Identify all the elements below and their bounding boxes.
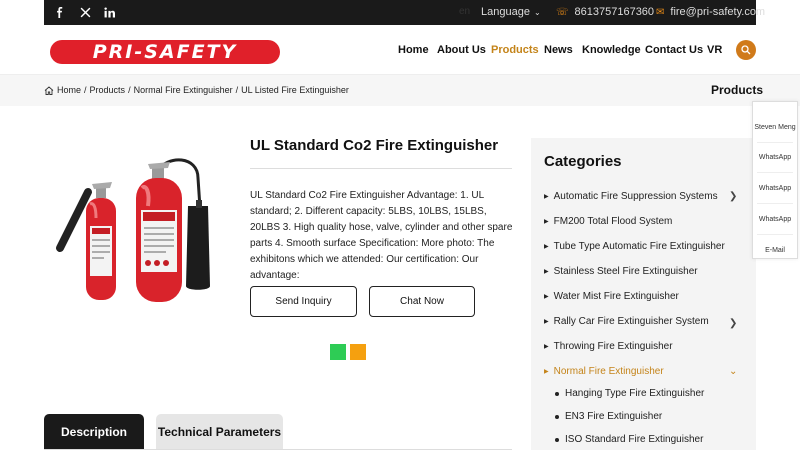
breadcrumb-products[interactable]: Products (90, 85, 126, 95)
email-address: fire@pri-safety.com (670, 6, 766, 18)
search-button[interactable] (736, 40, 756, 60)
breadcrumb-separator: / (128, 85, 131, 95)
category-label: Normal Fire Extinguisher (553, 366, 664, 377)
float-divider (757, 203, 793, 204)
linkedin-icon[interactable] (102, 0, 116, 25)
product-title: UL Standard Co2 Fire Extinguisher (250, 137, 499, 154)
category-label: Throwing Fire Extinguisher (553, 341, 673, 352)
category-item[interactable]: ▶ FM200 Total Flood System (544, 216, 672, 227)
breadcrumb-home[interactable]: Home (57, 85, 81, 95)
nav-news[interactable]: News (544, 44, 573, 56)
tab-technical-parameters[interactable]: Technical Parameters (156, 414, 283, 450)
send-inquiry-button[interactable]: Send Inquiry (250, 286, 357, 317)
mail-icon: ✉ (656, 6, 665, 18)
phone-link[interactable]: ☏ 8613757167360 (556, 6, 654, 18)
floating-contact-bar: Steven Meng WhatsApp WhatsApp WhatsApp E… (752, 101, 798, 259)
nav-about-us[interactable]: About Us (437, 44, 486, 56)
language-label: Language (481, 6, 530, 18)
breadcrumb: Home / Products / Normal Fire Extinguish… (44, 85, 349, 95)
caret-right-icon: ▶ (544, 319, 549, 325)
share-orange-icon[interactable] (350, 344, 366, 360)
contact-whatsapp-2[interactable]: WhatsApp (753, 185, 797, 192)
breadcrumb-ul-listed[interactable]: UL Listed Fire Extinguisher (241, 85, 349, 95)
category-label: FM200 Total Flood System (553, 216, 673, 227)
breadcrumb-separator: / (84, 85, 87, 95)
subcategory-label: Hanging Type Fire Extinguisher (565, 388, 705, 399)
logo-text: PRI-SAFETY (92, 41, 238, 63)
subcategory-item[interactable]: Hanging Type Fire Extinguisher (555, 388, 704, 399)
float-divider (757, 172, 793, 173)
contact-steven-meng[interactable]: Steven Meng (753, 124, 797, 131)
caret-right-icon: ▶ (544, 269, 549, 275)
bullet-icon (555, 437, 559, 442)
nav-knowledge[interactable]: Knowledge (582, 44, 641, 56)
caret-right-icon: ▶ (544, 294, 549, 300)
contact-email[interactable]: E-Mail (753, 247, 797, 254)
category-item[interactable]: ▶ Rally Car Fire Extinguisher System (544, 316, 709, 327)
nav-products[interactable]: Products (491, 44, 539, 56)
breadcrumb-normal-fire-extinguisher[interactable]: Normal Fire Extinguisher (134, 85, 233, 95)
facebook-icon[interactable] (52, 0, 66, 25)
language-selector[interactable]: Language ⌄ (481, 6, 541, 18)
caret-right-icon: ▶ (544, 344, 549, 350)
caret-right-icon: ▶ (544, 369, 549, 375)
subcategory-label: ISO Standard Fire Extinguisher (565, 434, 704, 445)
breadcrumb-separator: / (235, 85, 239, 95)
tab-description[interactable]: Description (44, 414, 144, 450)
bullet-icon (555, 414, 559, 419)
title-divider (250, 168, 512, 169)
category-label: Rally Car Fire Extinguisher System (553, 316, 709, 327)
float-divider (757, 234, 793, 235)
phone-icon: ☏ (556, 6, 569, 18)
site-header: PRI-SAFETY Home About Us Products News K… (0, 25, 800, 75)
nav-vr[interactable]: VR (707, 44, 722, 56)
contact-whatsapp-1[interactable]: WhatsApp (753, 154, 797, 161)
chevron-down-icon[interactable]: ⌄ (729, 366, 737, 377)
subcategory-item[interactable]: ISO Standard Fire Extinguisher (555, 434, 703, 445)
category-item-active[interactable]: ▶ Normal Fire Extinguisher (544, 366, 664, 377)
categories-title: Categories (544, 153, 622, 170)
category-item[interactable]: ▶ Automatic Fire Suppression Systems (544, 191, 718, 202)
category-item[interactable]: ▶ Stainless Steel Fire Extinguisher (544, 266, 698, 277)
breadcrumb-bar: Home / Products / Normal Fire Extinguish… (0, 75, 800, 106)
chevron-right-icon[interactable]: ❯ (729, 318, 737, 329)
subcategory-label: EN3 Fire Extinguisher (565, 411, 663, 422)
phone-number: 8613757167360 (574, 6, 655, 18)
bullet-icon (555, 391, 559, 396)
caret-right-icon: ▶ (544, 244, 549, 250)
x-icon[interactable] (78, 0, 92, 25)
product-description: UL Standard Co2 Fire Extinguisher Advant… (250, 190, 513, 281)
section-title: Products (711, 83, 764, 97)
contact-whatsapp-3[interactable]: WhatsApp (753, 216, 797, 223)
logo[interactable]: PRI-SAFETY (50, 40, 280, 64)
subcategory-item[interactable]: EN3 Fire Extinguisher (555, 411, 662, 422)
category-label: Tube Type Automatic Fire Extinguisher (553, 241, 725, 252)
category-label: Automatic Fire Suppression Systems (553, 191, 718, 202)
nav-contact-us[interactable]: Contact Us (645, 44, 703, 56)
float-divider (757, 142, 793, 143)
category-item[interactable]: ▶ Water Mist Fire Extinguisher (544, 291, 679, 302)
chevron-down-icon: ⌄ (533, 7, 541, 17)
search-icon (741, 45, 751, 55)
category-item[interactable]: ▶ Throwing Fire Extinguisher (544, 341, 673, 352)
share-green-icon[interactable] (330, 344, 346, 360)
caret-right-icon: ▶ (544, 194, 549, 200)
chat-now-button[interactable]: Chat Now (369, 286, 475, 317)
caret-right-icon: ▶ (544, 219, 549, 225)
category-label: Water Mist Fire Extinguisher (553, 291, 679, 302)
home-icon (44, 85, 54, 95)
nav-home[interactable]: Home (398, 44, 429, 56)
chevron-right-icon[interactable]: ❯ (729, 191, 737, 202)
language-code: en (459, 6, 471, 17)
category-item[interactable]: ▶ Tube Type Automatic Fire Extinguisher (544, 241, 725, 252)
product-image[interactable] (48, 148, 216, 308)
category-label: Stainless Steel Fire Extinguisher (553, 266, 698, 277)
email-link[interactable]: ✉ fire@pri-safety.com (656, 6, 765, 18)
top-bar: en Language ⌄ ☏ 8613757167360 ✉ fire@pri… (0, 0, 800, 25)
